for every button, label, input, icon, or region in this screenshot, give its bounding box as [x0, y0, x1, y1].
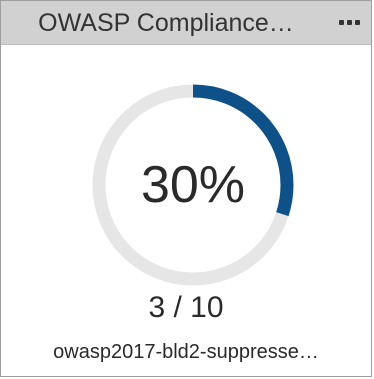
- build-name: owasp2017-bld2-suppresse…: [53, 341, 319, 363]
- widget-header: OWASP Compliance…: [1, 1, 371, 45]
- compliance-percent: 30%: [140, 156, 246, 214]
- ellipsis-icon[interactable]: [337, 13, 363, 31]
- widget-title: OWASP Compliance…: [38, 9, 294, 37]
- compliance-count: 3 / 10: [148, 291, 224, 324]
- owasp-compliance-widget: OWASP Compliance… 30% 3 / 10 owasp2017-b…: [0, 0, 372, 377]
